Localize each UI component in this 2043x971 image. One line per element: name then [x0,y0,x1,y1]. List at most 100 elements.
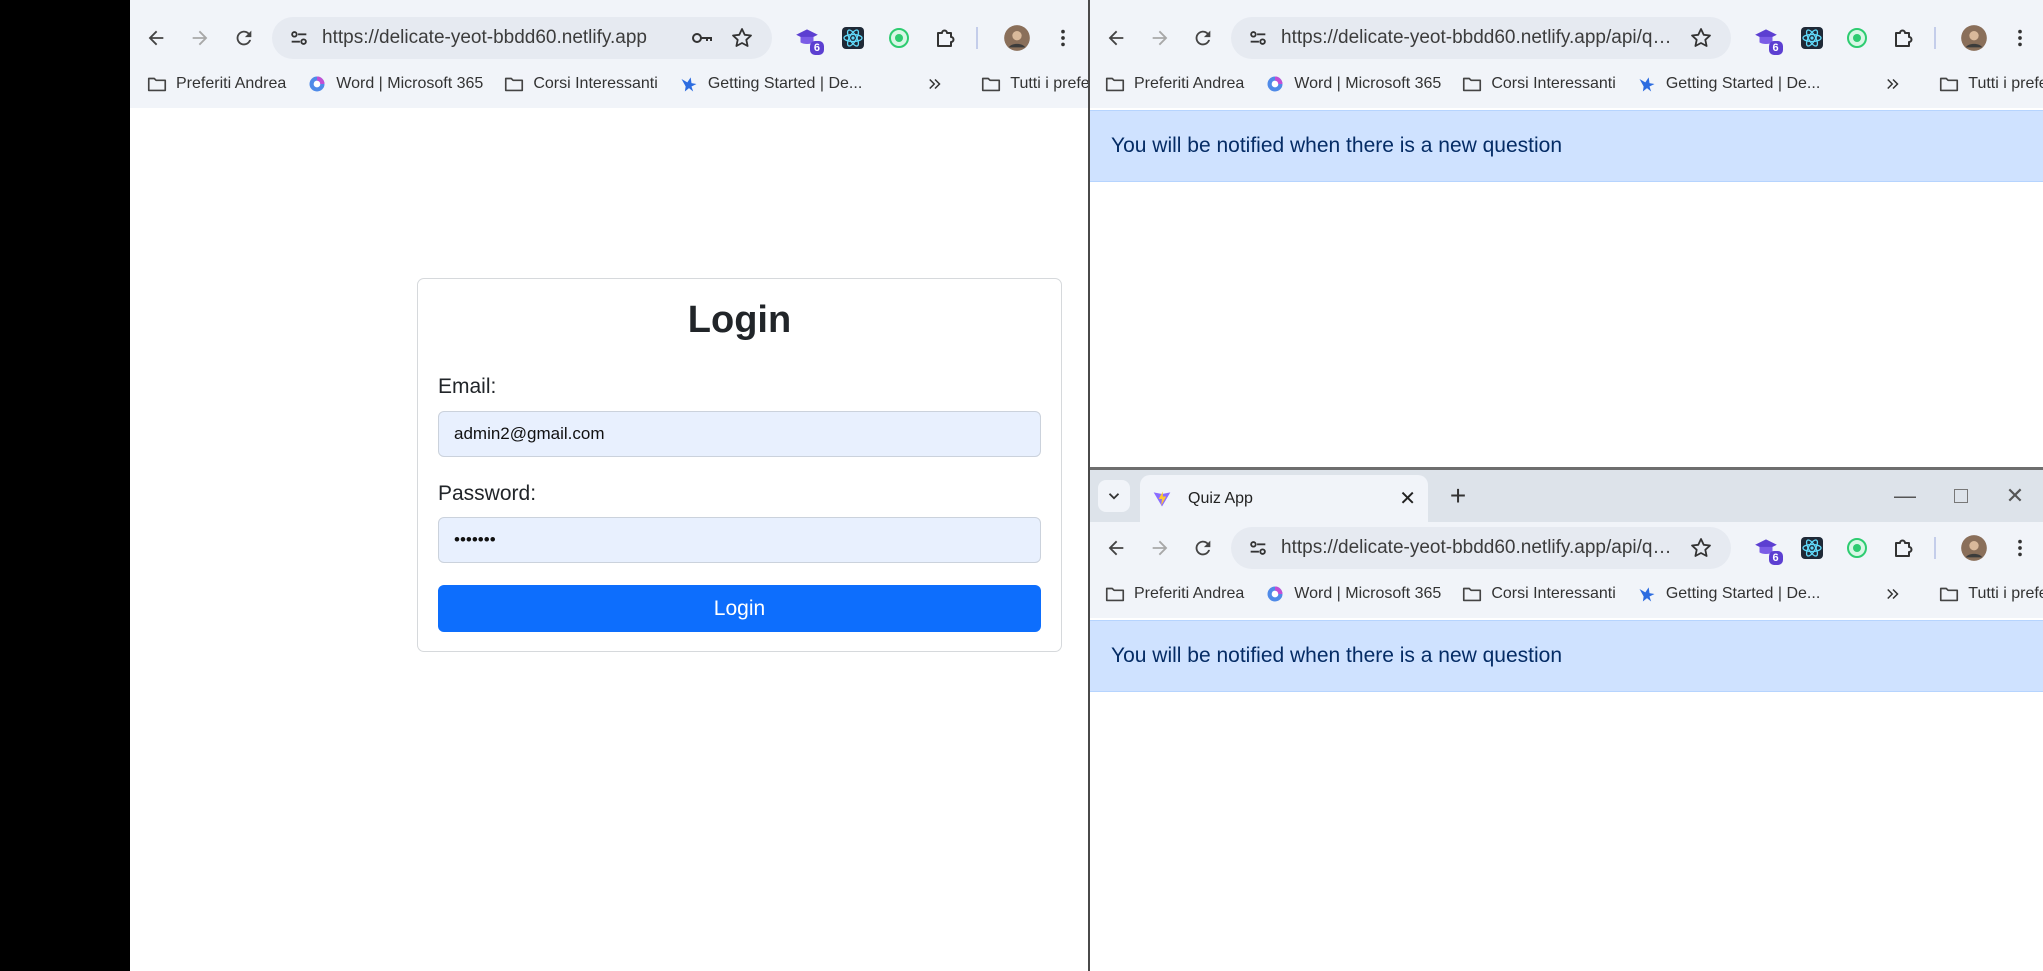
record-icon [887,26,911,50]
all-bookmarks-button[interactable]: Tutti i preferiti [1928,579,2043,609]
login-title: Login [687,299,792,341]
site-info-icon[interactable] [1245,535,1271,561]
maximize-icon [1954,489,1968,503]
forward-arrow-icon [1149,537,1171,559]
forward-button[interactable] [178,18,222,58]
page-content: Login Email: admin2@gmail.com Password: … [130,108,1088,971]
more-bookmarks-button[interactable] [916,69,954,99]
login-button[interactable]: Login [438,585,1041,632]
folder-icon [1938,583,1960,605]
bookmark-label: Word | Microsoft 365 [1294,75,1442,92]
bottom-right-toolbar: https://delicate-yeot-bbdd60.netlify.app… [1090,524,2043,572]
toolbar-divider [1933,537,1936,559]
address-bar[interactable]: https://delicate-yeot-bbdd60.netlify.app [272,17,772,59]
bookmark-item[interactable]: Corsi Interessanti [1451,579,1626,609]
reload-button[interactable] [222,18,266,58]
browser-menu-button[interactable] [1997,18,2043,58]
bookmark-item[interactable]: Getting Started | De... [1626,69,1830,99]
extensions-menu-button[interactable] [1880,528,1926,568]
login-card: Login Email: admin2@gmail.com Password: … [417,278,1062,652]
chevron-double-right-icon [926,75,944,93]
bookmark-item[interactable]: Word | Microsoft 365 [1254,69,1451,99]
bird-icon [678,73,700,95]
back-button[interactable] [134,18,178,58]
tab-search-button[interactable] [1098,480,1130,512]
site-info-icon[interactable] [286,25,312,51]
maximize-button[interactable] [1933,470,1989,522]
bookmarks-bar: Preferiti Andrea Word | Microsoft 365 Co… [1090,65,2043,103]
back-button[interactable] [1094,528,1138,568]
bookmark-label: Getting Started | De... [1665,585,1821,602]
toolbar-divider [1933,27,1936,49]
bookmark-item[interactable]: Corsi Interessanti [493,69,668,99]
extension-graduation-cap[interactable]: 6 [1743,528,1789,568]
profile-button[interactable] [1952,528,1998,568]
browser-menu-button[interactable] [1997,528,2043,568]
bookmark-item[interactable]: Getting Started | De... [1626,579,1830,609]
more-vert-icon [2009,537,2031,559]
forward-arrow-icon [189,27,211,49]
minimize-button[interactable]: — [1877,470,1933,522]
tab-title: Quiz App [1188,489,1253,507]
password-field[interactable]: ••••••• [438,517,1041,563]
more-bookmarks-button[interactable] [1874,579,1912,609]
extension-react-devtools[interactable] [1789,18,1835,58]
profile-button[interactable] [994,18,1040,58]
m365-icon [306,73,328,95]
more-bookmarks-button[interactable] [1874,69,1912,99]
url-text[interactable]: https://delicate-yeot-bbdd60.netlify.app [322,27,682,49]
email-field[interactable]: admin2@gmail.com [438,411,1041,457]
bookmark-item[interactable]: Preferiti Andrea [1094,579,1254,609]
bookmark-label: Corsi Interessanti [1491,75,1616,92]
profile-button[interactable] [1952,18,1998,58]
all-bookmarks-button[interactable]: Tutti i preferiti [1928,69,2043,99]
toolbar-divider [976,27,978,49]
new-tab-button[interactable]: + [1442,480,1474,512]
bookmark-item[interactable]: Preferiti Andrea [136,69,296,99]
bookmark-item[interactable]: Getting Started | De... [668,69,872,99]
password-label: Password: [438,482,537,505]
browser-menu-button[interactable] [1040,18,1086,58]
extension-recorder[interactable] [1834,18,1880,58]
left-toolbar: https://delicate-yeot-bbdd60.netlify.app… [130,14,1088,62]
bookmark-star-icon[interactable] [1681,531,1721,565]
folder-icon [1461,583,1483,605]
address-bar[interactable]: https://delicate-yeot-bbdd60.netlify.app… [1231,17,1732,59]
address-bar[interactable]: https://delicate-yeot-bbdd60.netlify.app… [1231,527,1732,569]
bookmark-item[interactable]: Preferiti Andrea [1094,69,1254,99]
extension-react-devtools[interactable] [1789,528,1835,568]
close-window-button[interactable]: ✕ [1987,470,2043,522]
all-bookmarks-button[interactable]: Tutti i preferiti [970,69,1088,99]
forward-button[interactable] [1138,528,1182,568]
tab-quiz-app[interactable]: Quiz App ✕ [1140,475,1428,522]
extension-react-devtools[interactable] [830,18,876,58]
bookmark-item[interactable]: Word | Microsoft 365 [1254,579,1451,609]
back-button[interactable] [1094,18,1138,58]
bookmark-label: Corsi Interessanti [1491,585,1616,602]
extension-graduation-cap[interactable]: 6 [784,18,830,58]
reload-icon [233,27,255,49]
bookmark-label: Getting Started | De... [1665,75,1821,92]
reload-button[interactable] [1181,18,1225,58]
more-vert-icon [2009,27,2031,49]
reload-button[interactable] [1181,528,1225,568]
url-text[interactable]: https://delicate-yeot-bbdd60.netlify.app… [1281,537,1681,559]
extension-recorder[interactable] [1834,528,1880,568]
bookmark-item[interactable]: Word | Microsoft 365 [296,69,493,99]
key-icon[interactable] [682,21,722,55]
chevron-double-right-icon [1884,585,1902,603]
extension-recorder[interactable] [876,18,922,58]
site-info-icon[interactable] [1245,25,1271,51]
extensions-menu-button[interactable] [922,18,968,58]
bookmark-item[interactable]: Corsi Interessanti [1451,69,1626,99]
url-text[interactable]: https://delicate-yeot-bbdd60.netlify.app… [1281,27,1681,49]
extension-graduation-cap[interactable]: 6 [1743,18,1789,58]
bookmark-star-icon[interactable] [722,21,762,55]
extensions-menu-button[interactable] [1880,18,1926,58]
close-tab-icon[interactable]: ✕ [1399,486,1416,511]
bookmark-label: Corsi Interessanti [533,75,658,92]
forward-button[interactable] [1138,18,1182,58]
bookmark-star-icon[interactable] [1681,21,1721,55]
react-icon [841,26,865,50]
bookmark-label: Preferiti Andrea [1134,585,1245,602]
